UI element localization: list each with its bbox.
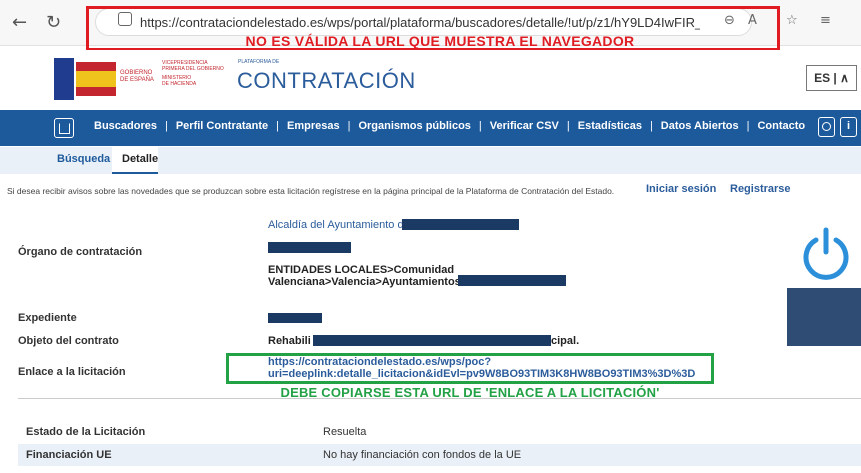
nav-menu: Buscadores | Perfil Contratante | Empresas… (88, 120, 811, 132)
table-row: Financiación UE No hay financiación con … (18, 444, 861, 466)
redaction-block (402, 219, 519, 230)
objeto-label: Objeto del contrato (18, 335, 119, 347)
objeto-start: Rehabili (268, 335, 311, 347)
estado-label: Estado de la Licitación (26, 426, 146, 438)
gov-label: GOBIERNO DE ESPAÑA (120, 70, 154, 83)
objeto-end: cipal. (551, 335, 580, 347)
nav-perfil-contratante[interactable]: Perfil Contratante (170, 120, 274, 132)
favorites-list-icon[interactable]: ≡ (820, 13, 831, 28)
register-link[interactable]: Registrarse (730, 183, 791, 195)
info-icon[interactable]: i (840, 117, 857, 137)
financiacion-value: No hay financiación con fondos de la UE (323, 449, 522, 461)
language-selector[interactable]: ES | ∧ (806, 65, 857, 91)
redaction-block (313, 335, 551, 346)
logo-subtitle: PLATAFORMA DE (238, 59, 280, 65)
organo-path: ENTIDADES LOCALES>Comunidad Valenciana>V… (268, 264, 468, 288)
favorite-icon[interactable]: ☆ (786, 13, 798, 28)
section-divider (18, 398, 861, 399)
redaction-block (268, 313, 322, 323)
nav-datos-abiertos[interactable]: Datos Abiertos (655, 120, 745, 132)
redaction-block (268, 242, 351, 253)
eu-flag-icon (54, 58, 74, 100)
reload-icon[interactable]: ↻ (46, 12, 61, 33)
home-icon[interactable] (54, 118, 74, 138)
notice-text: Si desea recibir avisos sobre las noveda… (7, 186, 615, 196)
estado-value: Resuelta (323, 426, 367, 438)
ministry-label: VICEPRESIDENCIA PRIMERA DEL GOBIERNO MIN… (162, 60, 224, 87)
nav-buscadores[interactable]: Buscadores (88, 120, 163, 132)
power-icon[interactable] (800, 226, 852, 282)
nav-verificar-csv[interactable]: Verificar CSV (484, 120, 565, 132)
search-icon[interactable] (818, 117, 835, 137)
url-warning-annotation: NO ES VÁLIDA LA URL QUE MUESTRA EL NAVEG… (245, 33, 635, 49)
nav-contacto[interactable]: Contacto (751, 120, 811, 132)
site-logo[interactable]: CONTRATACIÓN (237, 68, 416, 94)
table-row: Estado de la Licitación Resuelta (18, 421, 861, 443)
expediente-label: Expediente (18, 312, 77, 324)
link-highlight-frame (226, 353, 714, 384)
tab-busqueda[interactable]: Búsqueda (57, 153, 110, 165)
nav-empresas[interactable]: Empresas (281, 120, 346, 132)
redaction-block (458, 275, 566, 286)
nav-estadisticas[interactable]: Estadísticas (572, 120, 648, 132)
side-panel-block (787, 288, 861, 346)
organo-label: Órgano de contratación (18, 246, 143, 258)
login-link[interactable]: Iniciar sesión (646, 183, 716, 195)
spain-coat-icon (76, 62, 116, 96)
back-icon[interactable]: ← (12, 12, 27, 33)
tab-detalle[interactable]: Detalle (122, 153, 158, 165)
enlace-label: Enlace a la licitación (18, 366, 126, 378)
nav-organismos[interactable]: Organismos públicos (352, 120, 476, 132)
financiacion-label: Financiación UE (26, 449, 112, 461)
organo-name[interactable]: Alcaldía del Ayuntamiento de (268, 219, 410, 231)
